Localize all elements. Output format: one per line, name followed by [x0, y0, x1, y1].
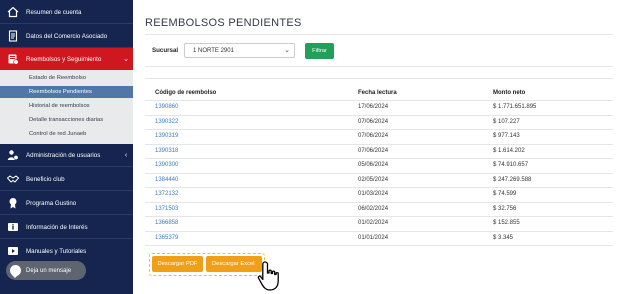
fecha-lectura-cell: 01/03/2024: [358, 191, 389, 197]
fecha-lectura-cell: 01/01/2024: [358, 234, 389, 241]
sidebar-item-manuales[interactable]: Manuales y Tutoriales: [0, 239, 133, 263]
sidebar-item-reembolsos[interactable]: Reembolsos y Seguimiento ⌄: [0, 48, 133, 70]
filter-divider: [145, 66, 613, 67]
reembolso-code-link[interactable]: 1365379: [155, 235, 178, 241]
monto-neto-cell: $ 247.269.588: [493, 176, 532, 183]
table-row: 1372132 01/03/2024 $ 74.599: [145, 188, 613, 202]
sidebar-item-label: Manuales y Tutoriales: [26, 247, 87, 255]
fecha-lectura-cell: 05/06/2024: [358, 162, 389, 168]
reembolso-code-link[interactable]: 1390300: [155, 162, 178, 168]
monto-neto-cell: $ 32.756: [493, 205, 517, 212]
users-icon: [0, 149, 26, 161]
table-row: 1371503 06/02/2024 $ 32.756: [145, 203, 613, 217]
chevron-down-icon: ⌄: [123, 56, 129, 63]
monto-neto-cell: $ 74.599: [493, 191, 517, 197]
filter-button[interactable]: Filtrar: [305, 43, 334, 59]
sidebar-item-label: Información de Interés: [26, 223, 88, 231]
sidebar-item-label: Beneficio club: [26, 175, 65, 183]
table-row: 1390318 07/06/2024 $ 1.614.202: [145, 145, 613, 159]
chat-message-button[interactable]: Deja un mensaje: [6, 261, 86, 280]
page-title: REEMBOLSOS PENDIENTES: [145, 17, 302, 29]
download-pdf-button[interactable]: Descargar PDF: [152, 256, 203, 272]
reembolso-code-link[interactable]: 1384440: [155, 177, 178, 183]
submenu-historial[interactable]: Historial de reembolsos: [0, 100, 133, 112]
column-header-fecha: Fecha lectura: [358, 90, 397, 96]
sidebar-item-label: Datos del Comercio Asociado: [26, 32, 108, 40]
submenu-control-red[interactable]: Control de red Junaeb: [0, 128, 133, 140]
table-row: 1390322 07/06/2024 $ 107.227: [145, 116, 613, 130]
reembolso-code-link[interactable]: 1371503: [155, 206, 178, 212]
chevron-down-icon: ⌄: [284, 47, 290, 54]
chat-bubble-icon: [10, 265, 21, 278]
sucursal-label: Sucursal: [152, 47, 179, 54]
sucursal-selected-value: 1 NORTE 2901: [193, 47, 234, 54]
reembolso-code-link[interactable]: 1390319: [155, 133, 178, 139]
fecha-lectura-cell: 06/02/2024: [358, 205, 389, 212]
submenu-reembolsos-pendientes[interactable]: Reembolsos Pendientes: [0, 86, 133, 98]
reembolsos-submenu: Estado de Reembolso Reembolsos Pendiente…: [0, 70, 133, 144]
reembolso-code-link[interactable]: 1372132: [155, 191, 178, 197]
sidebar-item-gustino[interactable]: Programa Gustino: [0, 191, 133, 215]
table-row: 1390319 07/06/2024 $ 977.143: [145, 130, 613, 144]
reembolso-code-link[interactable]: 1366858: [155, 220, 178, 226]
document-icon: [0, 30, 26, 42]
table-row: 1390860 17/06/2024 $ 1.771.651.895: [145, 101, 613, 115]
title-divider: [145, 34, 613, 35]
handshake-icon: [0, 173, 26, 185]
sidebar-item-label: Programa Gustino: [26, 199, 77, 207]
sidebar-item-label: Administración de usuarios: [26, 151, 101, 159]
fecha-lectura-cell: 07/06/2024: [358, 133, 389, 139]
fecha-lectura-cell: 07/06/2024: [358, 118, 389, 125]
row-divider: [145, 245, 613, 246]
sidebar-item-usuarios[interactable]: Administración de usuarios ‹: [0, 143, 133, 167]
fecha-lectura-cell: 07/06/2024: [358, 147, 389, 154]
sucursal-select[interactable]: 1 NORTE 2901 ⌄: [184, 43, 295, 58]
sidebar-item-informacion[interactable]: Información de Interés: [0, 215, 133, 239]
award-icon: [0, 197, 26, 209]
submenu-detalle-transacciones[interactable]: Detalle transacciones diarias: [0, 114, 133, 126]
download-excel-button[interactable]: Descargar Excel: [206, 256, 262, 272]
sidebar-item-label: Resumen de cuenta: [26, 8, 82, 16]
monto-neto-cell: $ 152.855: [493, 220, 520, 226]
sidebar-item-resumen[interactable]: Resumen de cuenta: [0, 0, 133, 24]
video-icon: [0, 245, 26, 257]
monto-neto-cell: $ 107.227: [493, 118, 520, 125]
sidebar-item-label: Reembolsos y Seguimiento: [26, 55, 102, 63]
monto-neto-cell: $ 1.614.202: [493, 147, 525, 154]
column-header-codigo: Código de reembolso: [155, 90, 217, 96]
monto-neto-cell: $ 3.345: [493, 234, 514, 241]
reembolso-code-link[interactable]: 1390318: [155, 148, 178, 154]
column-header-monto: Monto neto: [493, 90, 526, 96]
chat-label: Deja un mensaje: [26, 267, 72, 274]
info-icon: [0, 221, 26, 233]
table-row: 1384440 02/05/2024 $ 247.269.588: [145, 174, 613, 188]
sidebar-item-beneficio[interactable]: Beneficio club: [0, 167, 133, 191]
reembolso-code-link[interactable]: 1390860: [155, 104, 178, 110]
refund-icon: [0, 53, 26, 65]
monto-neto-cell: $ 1.771.651.895: [493, 104, 537, 110]
table-row: 1390300 05/06/2024 $ 74.910.657: [145, 159, 613, 173]
fecha-lectura-cell: 02/05/2024: [358, 176, 389, 183]
monto-neto-cell: $ 977.143: [493, 133, 520, 139]
fecha-lectura-cell: 17/06/2024: [358, 104, 389, 110]
table-row: 1365379 01/01/2024 $ 3.345: [145, 232, 613, 246]
table-row: 1366858 01/02/2024 $ 152.855: [145, 217, 613, 231]
chevron-left-icon: ‹: [124, 151, 128, 159]
pointer-hand-icon: [257, 261, 279, 291]
home-icon: [0, 6, 26, 18]
submenu-estado-reembolso[interactable]: Estado de Reembolso: [0, 72, 133, 84]
fecha-lectura-cell: 01/02/2024: [358, 220, 389, 226]
table-top-border: [145, 78, 613, 79]
sidebar: Resumen de cuenta Datos del Comercio Aso…: [0, 0, 133, 294]
sidebar-item-datos[interactable]: Datos del Comercio Asociado: [0, 24, 133, 48]
reembolso-code-link[interactable]: 1390322: [155, 119, 178, 125]
monto-neto-cell: $ 74.910.657: [493, 162, 529, 168]
